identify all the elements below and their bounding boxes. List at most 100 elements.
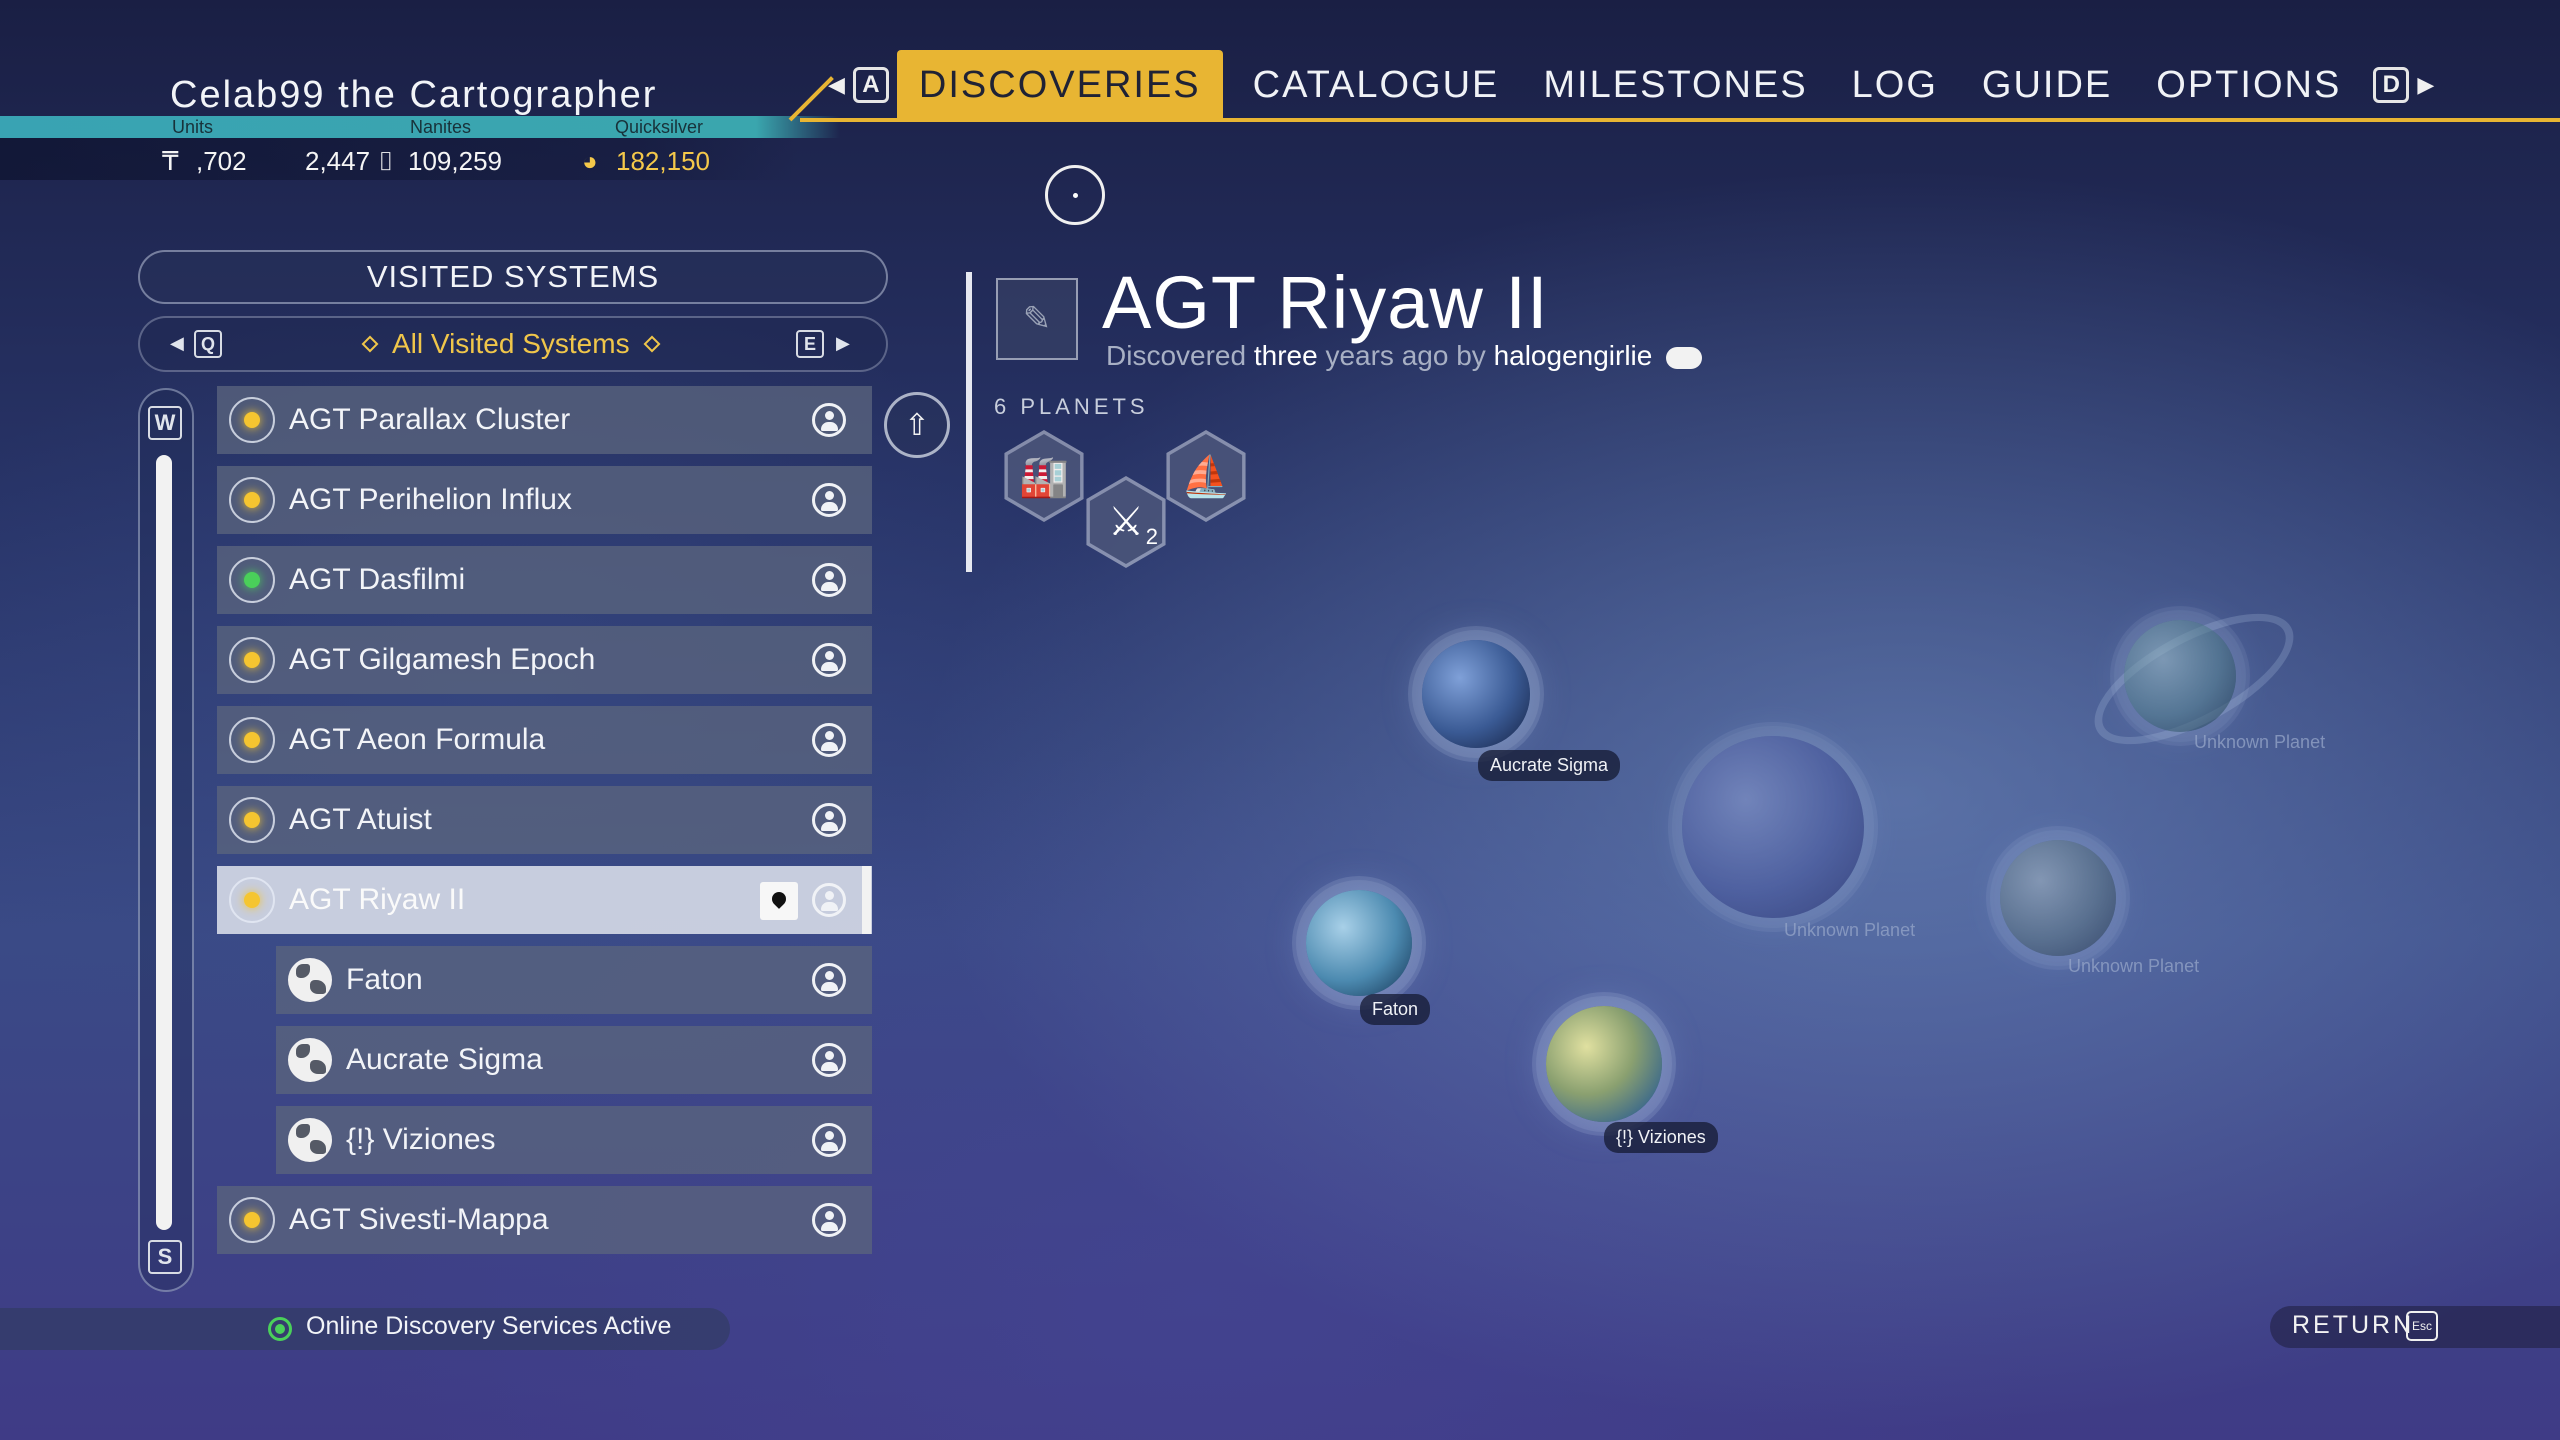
list-item-system-selected[interactable]: AGT Riyaw II [217,866,872,934]
discovered-when: three [1253,340,1318,371]
return-button[interactable]: RETURN [2292,1311,2414,1340]
nanites-value: 2,447 [305,146,371,176]
discoverer-icon[interactable] [812,883,846,917]
star-icon [229,397,275,443]
filter-next-key[interactable]: E [796,330,824,358]
selection-marker [862,866,871,934]
nav-prev-key[interactable]: A [852,67,889,103]
discoverer-icon[interactable] [812,963,846,997]
units-value: ,702 [196,146,247,176]
planet-label[interactable]: Unknown Planet [2068,956,2199,977]
planet-label[interactable]: Unknown Planet [2194,732,2325,753]
tab-guide[interactable]: GUIDE [1960,50,2134,120]
nav-next-arrow-icon[interactable]: ▶ [2417,72,2434,98]
planet-label[interactable]: {!} Viziones [1604,1122,1718,1153]
scrollbar-thumb[interactable] [156,455,172,1230]
filter-prev-arrow-icon[interactable]: ◀ [170,333,184,354]
compass-icon [1045,165,1105,225]
list-item-system[interactable]: AGT Sivesti-Mappa [217,1186,872,1254]
quicksilver-label: Quicksilver [615,117,704,137]
planet-label[interactable]: Aucrate Sigma [1478,750,1621,781]
list-item-system[interactable]: AGT Parallax Cluster [217,386,872,454]
planet-aucrate-sigma[interactable] [1422,640,1530,748]
discoverer-icon[interactable] [812,483,846,517]
list-item-system[interactable]: AGT Atuist [217,786,872,854]
discoverer-icon[interactable] [812,723,846,757]
list-item-system[interactable]: AGT Perihelion Influx [217,466,872,534]
conflict-badge[interactable]: ⚔ 2 [1086,476,1166,568]
tab-milestones[interactable]: MILESTONES [1521,50,1829,120]
list-item-label: AGT Sivesti-Mappa [289,1203,549,1236]
nav-next-key[interactable]: D [2373,67,2410,103]
star-icon [229,477,275,523]
list-item-label: {!} Viziones [346,1123,496,1156]
visited-systems-header: VISITED SYSTEMS [138,250,888,304]
nav-prev-arrow-icon[interactable]: ◀ [828,72,845,98]
list-item-system[interactable]: AGT Dasfilmi [217,546,872,614]
filter-next-arrow-icon[interactable]: ▶ [836,333,850,354]
list-item-planet[interactable]: Faton [276,946,872,1014]
tab-log[interactable]: LOG [1830,50,1960,120]
planet-icon [288,1118,332,1162]
planet-icon [288,1038,332,1082]
scroll-down-key[interactable]: S [148,1240,182,1274]
nanites-icon: ⌷ [378,146,394,176]
nanites-label: Nanites [410,117,472,137]
edit-icon[interactable]: ✎ [996,278,1078,360]
planet-unknown[interactable] [2000,840,2116,956]
discoverer-icon[interactable] [812,643,846,677]
planet-icon [288,958,332,1002]
planet-viziones[interactable] [1546,1006,1662,1122]
list-item-system[interactable]: AGT Aeon Formula [217,706,872,774]
star-icon [229,877,275,923]
list-item-planet[interactable]: Aucrate Sigma [276,1026,872,1094]
units-icon: ₸ [162,146,179,176]
star-icon [229,717,275,763]
factory-icon: 🏭 [1007,434,1081,518]
discoverer-name[interactable]: halogengirlie [1494,340,1653,371]
map-pin-icon[interactable] [760,882,798,920]
esc-key[interactable]: Esc [2406,1311,2438,1341]
list-item-label: AGT Gilgamesh Epoch [289,643,596,676]
economy-badge[interactable]: 🏭 [1004,430,1084,522]
main-nav: ◀ A DISCOVERIES CATALOGUE MILESTONES LOG… [820,50,2442,120]
planet-label[interactable]: Faton [1360,994,1431,1025]
list-item-label: Aucrate Sigma [346,1043,543,1076]
detail-divider [966,272,972,572]
scroll-up-key[interactable]: W [148,406,182,440]
upload-icon[interactable]: ⇧ [884,392,950,458]
faction-badge[interactable]: ⛵ [1166,430,1246,522]
list-item-planet[interactable]: {!} Viziones [276,1106,872,1174]
planet-label[interactable]: Unknown Planet [1784,920,1915,941]
discoverer-icon[interactable] [812,803,846,837]
planet-unknown[interactable] [1682,736,1864,918]
tab-options[interactable]: OPTIONS [2134,50,2363,120]
discovery-info: Discovered three years ago by halogengir… [1106,340,1703,372]
nanites-value-2: 109,259 [408,146,502,176]
currency-values: ₸ ,702 2,447 ⌷ 109,259 ◕ 182,150 [0,144,800,180]
list-item-label: AGT Parallax Cluster [289,403,571,436]
quicksilver-icon: ◕ [582,146,598,176]
filter-label[interactable]: All Visited Systems [392,328,630,360]
discoverer-icon[interactable] [812,1203,846,1237]
faction-icon: ⛵ [1169,434,1243,518]
list-item-system[interactable]: AGT Gilgamesh Epoch [217,626,872,694]
star-icon [229,797,275,843]
discovered-when-rest: years ago by [1325,340,1486,371]
tab-catalogue[interactable]: CATALOGUE [1231,50,1522,120]
discoverer-icon[interactable] [812,1043,846,1077]
online-status-text: Online Discovery Services Active [306,1312,672,1340]
tab-discoveries[interactable]: DISCOVERIES [896,50,1223,120]
planet-unknown-ringed[interactable] [2124,620,2236,732]
planet-faton[interactable] [1306,890,1412,996]
conflict-count: 2 [1145,524,1158,549]
currency-labels: Units Nanites Quicksilver [0,116,800,138]
discoverer-icon[interactable] [812,1123,846,1157]
list-item-label: AGT Perihelion Influx [289,483,572,516]
gamepad-icon [1666,346,1703,369]
discoverer-icon[interactable] [812,403,846,437]
filter-prev-key[interactable]: Q [194,330,222,358]
discovered-prefix: Discovered [1106,340,1247,371]
discoverer-icon[interactable] [812,563,846,597]
list-item-label: AGT Aeon Formula [289,723,546,756]
